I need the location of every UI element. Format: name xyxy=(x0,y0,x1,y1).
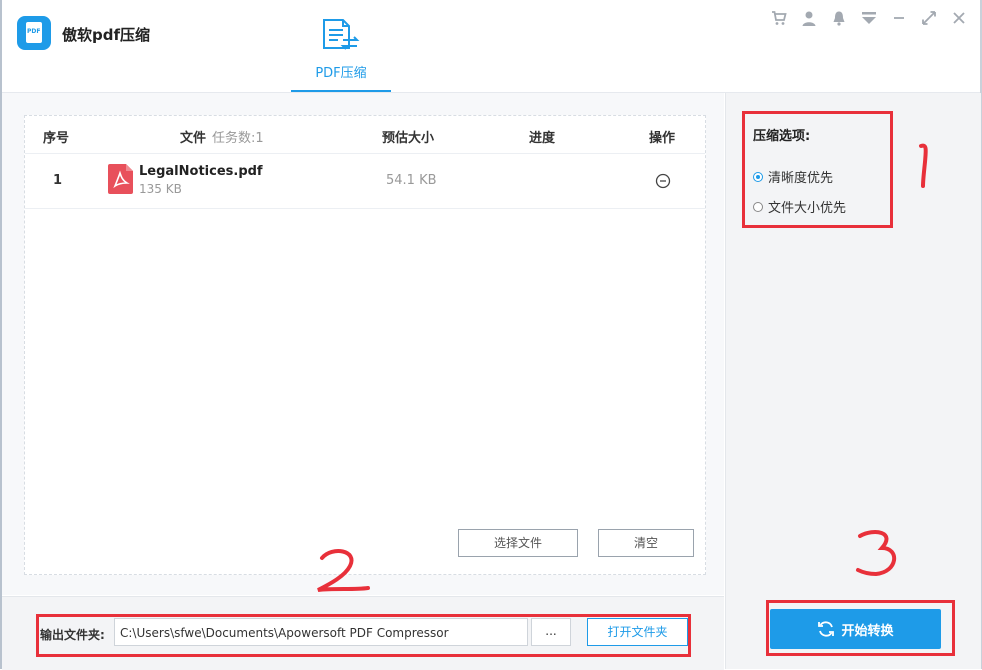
tab-label: PDF压缩 xyxy=(315,66,367,81)
pdf-compress-tab-icon xyxy=(323,19,360,50)
task-count: 任务数:1 xyxy=(212,131,264,146)
file-name: LegalNotices.pdf xyxy=(139,164,263,179)
app-title: 傲软pdf压缩 xyxy=(62,26,151,44)
select-file-button[interactable]: 选择文件 xyxy=(458,529,578,557)
tab-active-indicator xyxy=(291,90,391,92)
annotation-number-2 xyxy=(317,549,370,592)
restore-icon[interactable] xyxy=(920,9,938,27)
pdf-file-icon xyxy=(108,164,133,194)
minimize-icon[interactable] xyxy=(890,9,908,27)
user-icon[interactable] xyxy=(800,9,818,27)
tab-pdf-compress[interactable]: PDF压缩 xyxy=(291,12,391,92)
header-file-label: 文件 xyxy=(180,131,207,146)
clear-button[interactable]: 清空 xyxy=(598,529,694,557)
annotation-number-1 xyxy=(919,143,928,188)
table-header: 序号 文件 任务数:1 预估大小 进度 操作 xyxy=(25,116,705,154)
header-progress: 进度 xyxy=(529,131,556,146)
header-file: 文件 任务数:1 xyxy=(180,127,264,146)
row-index: 1 xyxy=(53,173,63,188)
cart-icon[interactable] xyxy=(770,9,788,27)
header-index: 序号 xyxy=(43,131,70,146)
app-logo-icon: PDF xyxy=(17,16,51,50)
annotation-box-options xyxy=(742,111,893,228)
close-icon[interactable] xyxy=(950,9,968,27)
table-row[interactable]: 1 LegalNotices.pdf 135 KB 54.1 KB xyxy=(25,154,705,209)
bell-icon[interactable] xyxy=(830,9,848,27)
annotation-box-output xyxy=(36,614,691,657)
file-table[interactable]: 序号 文件 任务数:1 预估大小 进度 操作 1 LegalNotices.pdf… xyxy=(24,115,706,575)
file-size: 135 KB xyxy=(139,182,182,196)
annotation-number-3 xyxy=(856,530,897,577)
estimated-size: 54.1 KB xyxy=(386,173,437,188)
annotation-box-start xyxy=(766,600,955,656)
menu-icon[interactable] xyxy=(860,9,878,27)
remove-file-icon[interactable] xyxy=(655,173,671,189)
window-controls xyxy=(770,9,968,27)
header-action: 操作 xyxy=(649,131,676,146)
header-size: 预估大小 xyxy=(382,131,435,146)
